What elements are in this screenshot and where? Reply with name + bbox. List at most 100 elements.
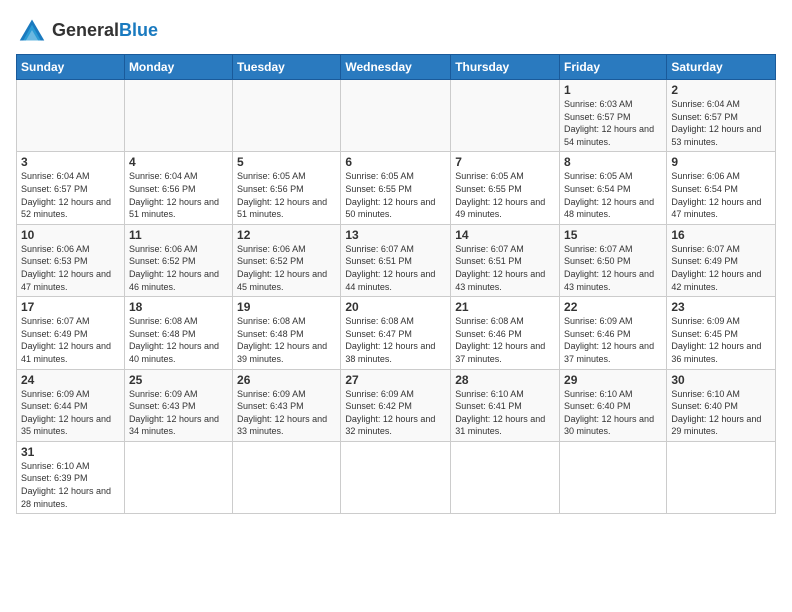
day-number: 31	[21, 445, 120, 459]
calendar-day-cell: 16Sunrise: 6:07 AM Sunset: 6:49 PM Dayli…	[667, 224, 776, 296]
day-number: 7	[455, 155, 555, 169]
day-number: 25	[129, 373, 228, 387]
day-info: Sunrise: 6:09 AM Sunset: 6:46 PM Dayligh…	[564, 315, 662, 365]
calendar-table: SundayMondayTuesdayWednesdayThursdayFrid…	[16, 54, 776, 514]
calendar-day-cell	[341, 441, 451, 513]
calendar-day-cell: 20Sunrise: 6:08 AM Sunset: 6:47 PM Dayli…	[341, 297, 451, 369]
calendar-header: SundayMondayTuesdayWednesdayThursdayFrid…	[17, 55, 776, 80]
day-info: Sunrise: 6:07 AM Sunset: 6:49 PM Dayligh…	[671, 243, 771, 293]
calendar-day-cell: 23Sunrise: 6:09 AM Sunset: 6:45 PM Dayli…	[667, 297, 776, 369]
header-day: Friday	[560, 55, 667, 80]
calendar-day-cell: 5Sunrise: 6:05 AM Sunset: 6:56 PM Daylig…	[233, 152, 341, 224]
day-info: Sunrise: 6:09 AM Sunset: 6:43 PM Dayligh…	[129, 388, 228, 438]
day-info: Sunrise: 6:09 AM Sunset: 6:42 PM Dayligh…	[345, 388, 446, 438]
day-number: 11	[129, 228, 228, 242]
header-day: Monday	[124, 55, 232, 80]
calendar-day-cell: 21Sunrise: 6:08 AM Sunset: 6:46 PM Dayli…	[451, 297, 560, 369]
day-number: 24	[21, 373, 120, 387]
calendar-day-cell: 3Sunrise: 6:04 AM Sunset: 6:57 PM Daylig…	[17, 152, 125, 224]
calendar-week-row: 31Sunrise: 6:10 AM Sunset: 6:39 PM Dayli…	[17, 441, 776, 513]
day-info: Sunrise: 6:08 AM Sunset: 6:47 PM Dayligh…	[345, 315, 446, 365]
calendar-day-cell: 31Sunrise: 6:10 AM Sunset: 6:39 PM Dayli…	[17, 441, 125, 513]
day-info: Sunrise: 6:10 AM Sunset: 6:40 PM Dayligh…	[671, 388, 771, 438]
calendar-body: 1Sunrise: 6:03 AM Sunset: 6:57 PM Daylig…	[17, 80, 776, 514]
calendar-week-row: 10Sunrise: 6:06 AM Sunset: 6:53 PM Dayli…	[17, 224, 776, 296]
calendar-day-cell: 10Sunrise: 6:06 AM Sunset: 6:53 PM Dayli…	[17, 224, 125, 296]
day-number: 2	[671, 83, 771, 97]
header-day: Wednesday	[341, 55, 451, 80]
day-number: 9	[671, 155, 771, 169]
calendar-day-cell: 7Sunrise: 6:05 AM Sunset: 6:55 PM Daylig…	[451, 152, 560, 224]
calendar-day-cell: 28Sunrise: 6:10 AM Sunset: 6:41 PM Dayli…	[451, 369, 560, 441]
calendar-day-cell: 13Sunrise: 6:07 AM Sunset: 6:51 PM Dayli…	[341, 224, 451, 296]
calendar-day-cell: 30Sunrise: 6:10 AM Sunset: 6:40 PM Dayli…	[667, 369, 776, 441]
day-info: Sunrise: 6:09 AM Sunset: 6:44 PM Dayligh…	[21, 388, 120, 438]
calendar-day-cell: 9Sunrise: 6:06 AM Sunset: 6:54 PM Daylig…	[667, 152, 776, 224]
day-number: 28	[455, 373, 555, 387]
calendar-day-cell: 15Sunrise: 6:07 AM Sunset: 6:50 PM Dayli…	[560, 224, 667, 296]
day-number: 17	[21, 300, 120, 314]
calendar-day-cell	[233, 80, 341, 152]
day-info: Sunrise: 6:04 AM Sunset: 6:57 PM Dayligh…	[671, 98, 771, 148]
day-number: 21	[455, 300, 555, 314]
day-number: 14	[455, 228, 555, 242]
day-info: Sunrise: 6:04 AM Sunset: 6:56 PM Dayligh…	[129, 170, 228, 220]
calendar-day-cell	[451, 441, 560, 513]
day-info: Sunrise: 6:07 AM Sunset: 6:50 PM Dayligh…	[564, 243, 662, 293]
day-info: Sunrise: 6:09 AM Sunset: 6:45 PM Dayligh…	[671, 315, 771, 365]
day-number: 5	[237, 155, 336, 169]
calendar-day-cell: 2Sunrise: 6:04 AM Sunset: 6:57 PM Daylig…	[667, 80, 776, 152]
day-info: Sunrise: 6:05 AM Sunset: 6:54 PM Dayligh…	[564, 170, 662, 220]
calendar-day-cell: 12Sunrise: 6:06 AM Sunset: 6:52 PM Dayli…	[233, 224, 341, 296]
day-number: 19	[237, 300, 336, 314]
day-number: 23	[671, 300, 771, 314]
day-info: Sunrise: 6:05 AM Sunset: 6:55 PM Dayligh…	[455, 170, 555, 220]
header-day: Sunday	[17, 55, 125, 80]
day-info: Sunrise: 6:10 AM Sunset: 6:39 PM Dayligh…	[21, 460, 120, 510]
calendar-day-cell	[341, 80, 451, 152]
day-number: 20	[345, 300, 446, 314]
day-number: 27	[345, 373, 446, 387]
day-info: Sunrise: 6:10 AM Sunset: 6:40 PM Dayligh…	[564, 388, 662, 438]
calendar-day-cell: 26Sunrise: 6:09 AM Sunset: 6:43 PM Dayli…	[233, 369, 341, 441]
calendar-week-row: 1Sunrise: 6:03 AM Sunset: 6:57 PM Daylig…	[17, 80, 776, 152]
header-row: SundayMondayTuesdayWednesdayThursdayFrid…	[17, 55, 776, 80]
header-day: Saturday	[667, 55, 776, 80]
calendar-day-cell: 22Sunrise: 6:09 AM Sunset: 6:46 PM Dayli…	[560, 297, 667, 369]
day-number: 16	[671, 228, 771, 242]
calendar-day-cell	[667, 441, 776, 513]
day-number: 13	[345, 228, 446, 242]
day-number: 12	[237, 228, 336, 242]
logo-icon	[16, 16, 48, 44]
calendar-day-cell: 18Sunrise: 6:08 AM Sunset: 6:48 PM Dayli…	[124, 297, 232, 369]
logo: GeneralBlue	[16, 16, 158, 44]
calendar-day-cell: 27Sunrise: 6:09 AM Sunset: 6:42 PM Dayli…	[341, 369, 451, 441]
calendar-day-cell	[17, 80, 125, 152]
day-info: Sunrise: 6:07 AM Sunset: 6:51 PM Dayligh…	[345, 243, 446, 293]
calendar-day-cell	[124, 80, 232, 152]
day-number: 26	[237, 373, 336, 387]
calendar-day-cell: 19Sunrise: 6:08 AM Sunset: 6:48 PM Dayli…	[233, 297, 341, 369]
calendar-day-cell	[560, 441, 667, 513]
day-number: 10	[21, 228, 120, 242]
day-info: Sunrise: 6:07 AM Sunset: 6:49 PM Dayligh…	[21, 315, 120, 365]
day-number: 30	[671, 373, 771, 387]
day-info: Sunrise: 6:07 AM Sunset: 6:51 PM Dayligh…	[455, 243, 555, 293]
calendar-day-cell: 4Sunrise: 6:04 AM Sunset: 6:56 PM Daylig…	[124, 152, 232, 224]
calendar-day-cell: 14Sunrise: 6:07 AM Sunset: 6:51 PM Dayli…	[451, 224, 560, 296]
day-info: Sunrise: 6:08 AM Sunset: 6:48 PM Dayligh…	[237, 315, 336, 365]
day-info: Sunrise: 6:08 AM Sunset: 6:48 PM Dayligh…	[129, 315, 228, 365]
calendar-week-row: 3Sunrise: 6:04 AM Sunset: 6:57 PM Daylig…	[17, 152, 776, 224]
logo-text: GeneralBlue	[52, 21, 158, 39]
calendar-day-cell: 17Sunrise: 6:07 AM Sunset: 6:49 PM Dayli…	[17, 297, 125, 369]
calendar-day-cell: 8Sunrise: 6:05 AM Sunset: 6:54 PM Daylig…	[560, 152, 667, 224]
page-header: GeneralBlue	[16, 16, 776, 44]
day-number: 3	[21, 155, 120, 169]
calendar-week-row: 24Sunrise: 6:09 AM Sunset: 6:44 PM Dayli…	[17, 369, 776, 441]
day-info: Sunrise: 6:10 AM Sunset: 6:41 PM Dayligh…	[455, 388, 555, 438]
day-info: Sunrise: 6:06 AM Sunset: 6:52 PM Dayligh…	[237, 243, 336, 293]
day-info: Sunrise: 6:05 AM Sunset: 6:55 PM Dayligh…	[345, 170, 446, 220]
calendar-week-row: 17Sunrise: 6:07 AM Sunset: 6:49 PM Dayli…	[17, 297, 776, 369]
calendar-day-cell: 11Sunrise: 6:06 AM Sunset: 6:52 PM Dayli…	[124, 224, 232, 296]
day-number: 22	[564, 300, 662, 314]
